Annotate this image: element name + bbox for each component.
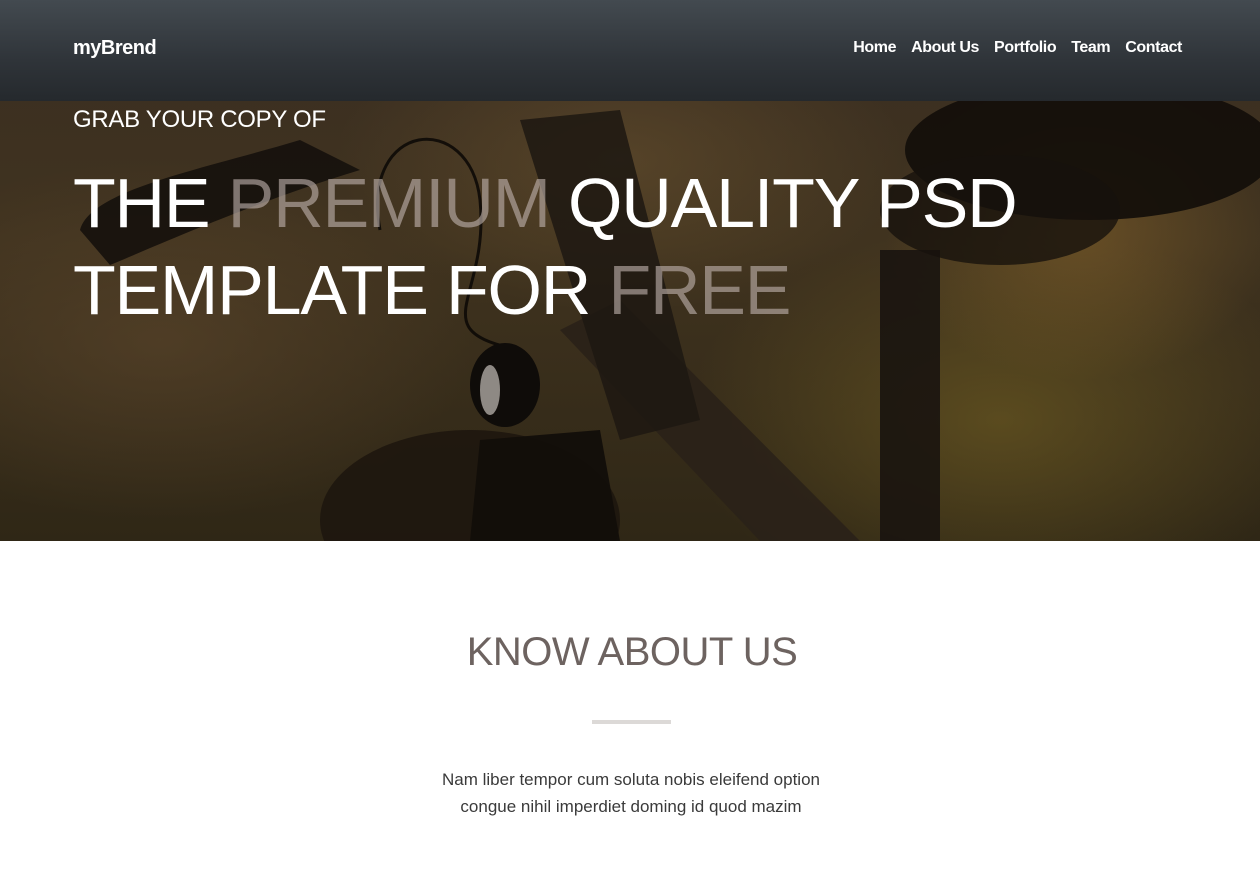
headline-text: TEMPLATE FOR <box>73 251 609 329</box>
nav-link-about-us[interactable]: About Us <box>911 39 979 56</box>
nav-link-portfolio[interactable]: Portfolio <box>994 39 1057 56</box>
headline-highlight: FREE <box>608 251 791 329</box>
hero-headline: THE PREMIUM QUALITY PSD TEMPLATE FOR FREE <box>73 160 1018 334</box>
headline-text: THE <box>73 164 228 242</box>
brand-logo[interactable]: myBrend <box>73 37 157 60</box>
section-divider <box>592 720 671 724</box>
about-section: KNOW ABOUT US Nam liber tempor cum solut… <box>0 541 1260 878</box>
headline-text: QUALITY PSD <box>549 164 1018 242</box>
section-title: KNOW ABOUT US <box>466 630 798 674</box>
about-text-line: Nam liber tempor cum soluta nobis eleife… <box>442 770 820 789</box>
hero-content: GRAB YOUR COPY OF THE PREMIUM QUALITY PS… <box>73 106 1018 334</box>
headline-highlight: PREMIUM <box>227 164 551 242</box>
site-header: myBrend Home About Us Portfolio Team Con… <box>0 0 1260 101</box>
hero-kicker: GRAB YOUR COPY OF <box>73 106 326 133</box>
about-text-line: congue nihil imperdiet doming id quod ma… <box>460 797 802 816</box>
nav-link-team[interactable]: Team <box>1071 39 1110 56</box>
about-description: Nam liber tempor cum soluta nobis eleife… <box>380 766 882 820</box>
nav-link-home[interactable]: Home <box>853 39 896 56</box>
nav-link-contact[interactable]: Contact <box>1125 39 1182 56</box>
main-nav: Home About Us Portfolio Team Contact <box>853 39 1182 57</box>
